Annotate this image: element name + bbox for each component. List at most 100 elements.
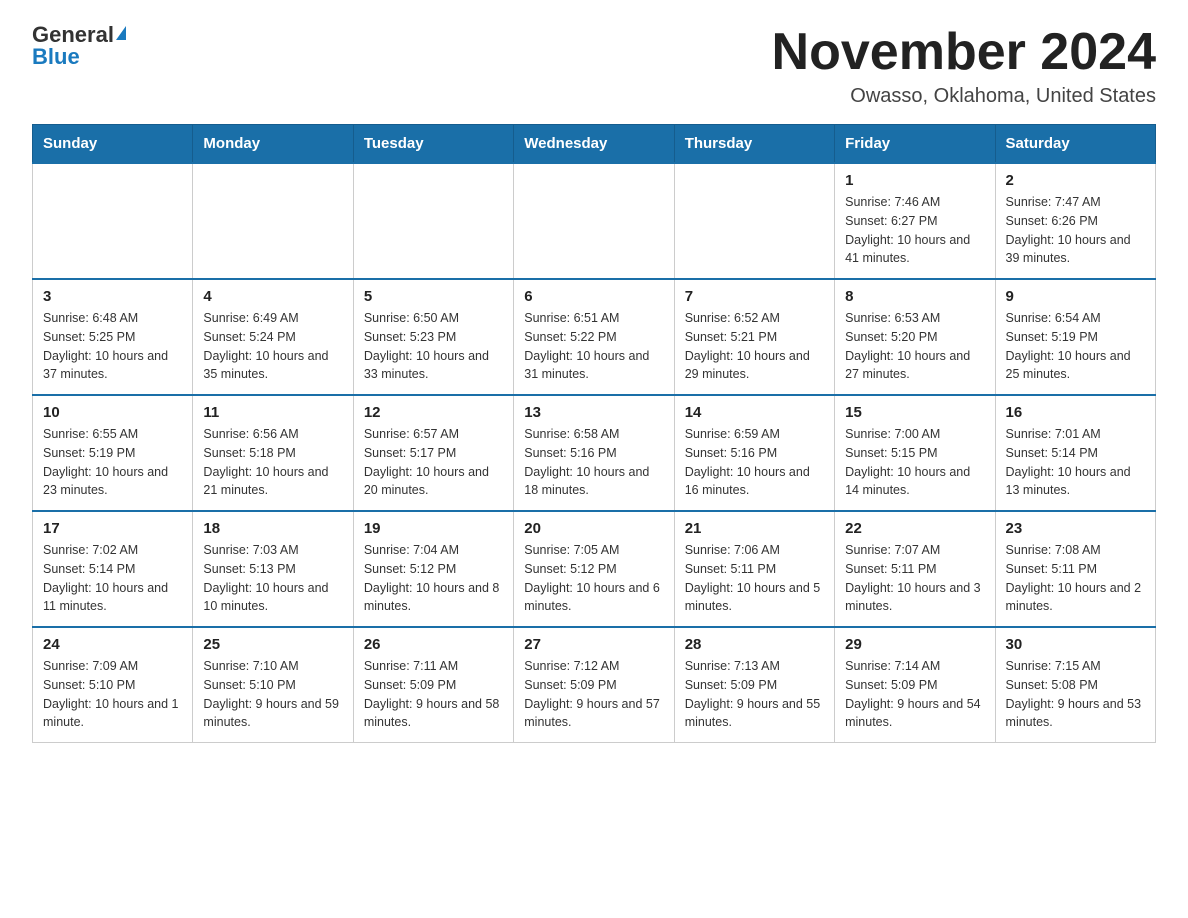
day-number: 15 <box>845 404 984 421</box>
calendar-day-cell: 29 Sunrise: 7:14 AM Sunset: 5:09 PM Dayli… <box>835 627 995 743</box>
day-number: 29 <box>845 636 984 653</box>
day-info: Sunrise: 7:15 AM Sunset: 5:08 PM Dayligh… <box>1006 657 1145 732</box>
day-info: Sunrise: 6:49 AM Sunset: 5:24 PM Dayligh… <box>203 309 342 384</box>
logo-general-text: General <box>32 24 114 46</box>
day-number: 8 <box>845 288 984 305</box>
day-info: Sunrise: 7:09 AM Sunset: 5:10 PM Dayligh… <box>43 657 182 732</box>
calendar-day-cell: 9 Sunrise: 6:54 AM Sunset: 5:19 PM Daylig… <box>995 279 1155 395</box>
calendar-day-cell: 4 Sunrise: 6:49 AM Sunset: 5:24 PM Daylig… <box>193 279 353 395</box>
day-number: 2 <box>1006 172 1145 189</box>
day-number: 19 <box>364 520 503 537</box>
day-number: 6 <box>524 288 663 305</box>
day-info: Sunrise: 6:58 AM Sunset: 5:16 PM Dayligh… <box>524 425 663 500</box>
day-info: Sunrise: 7:00 AM Sunset: 5:15 PM Dayligh… <box>845 425 984 500</box>
day-info: Sunrise: 7:02 AM Sunset: 5:14 PM Dayligh… <box>43 541 182 616</box>
calendar-day-cell: 14 Sunrise: 6:59 AM Sunset: 5:16 PM Dayli… <box>674 395 834 511</box>
day-number: 11 <box>203 404 342 421</box>
logo-triangle-icon <box>116 26 126 40</box>
calendar-week-row: 17 Sunrise: 7:02 AM Sunset: 5:14 PM Dayli… <box>33 511 1156 627</box>
day-info: Sunrise: 6:51 AM Sunset: 5:22 PM Dayligh… <box>524 309 663 384</box>
day-number: 14 <box>685 404 824 421</box>
day-number: 9 <box>1006 288 1145 305</box>
calendar-day-cell: 21 Sunrise: 7:06 AM Sunset: 5:11 PM Dayli… <box>674 511 834 627</box>
calendar-day-cell <box>514 163 674 279</box>
day-number: 18 <box>203 520 342 537</box>
day-number: 5 <box>364 288 503 305</box>
day-info: Sunrise: 7:06 AM Sunset: 5:11 PM Dayligh… <box>685 541 824 616</box>
day-number: 20 <box>524 520 663 537</box>
day-info: Sunrise: 7:05 AM Sunset: 5:12 PM Dayligh… <box>524 541 663 616</box>
calendar-table: SundayMondayTuesdayWednesdayThursdayFrid… <box>32 124 1156 743</box>
day-number: 10 <box>43 404 182 421</box>
calendar-day-cell: 7 Sunrise: 6:52 AM Sunset: 5:21 PM Daylig… <box>674 279 834 395</box>
calendar-header: SundayMondayTuesdayWednesdayThursdayFrid… <box>33 125 1156 164</box>
calendar-header-row: SundayMondayTuesdayWednesdayThursdayFrid… <box>33 125 1156 164</box>
calendar-day-cell: 12 Sunrise: 6:57 AM Sunset: 5:17 PM Dayli… <box>353 395 513 511</box>
day-number: 21 <box>685 520 824 537</box>
day-info: Sunrise: 7:01 AM Sunset: 5:14 PM Dayligh… <box>1006 425 1145 500</box>
day-number: 25 <box>203 636 342 653</box>
day-info: Sunrise: 6:48 AM Sunset: 5:25 PM Dayligh… <box>43 309 182 384</box>
calendar-day-cell: 11 Sunrise: 6:56 AM Sunset: 5:18 PM Dayli… <box>193 395 353 511</box>
calendar-day-cell: 22Sunrise: 7:07 AM Sunset: 5:11 PM Dayli… <box>835 511 995 627</box>
day-info: Sunrise: 6:56 AM Sunset: 5:18 PM Dayligh… <box>203 425 342 500</box>
calendar-day-cell: 15 Sunrise: 7:00 AM Sunset: 5:15 PM Dayli… <box>835 395 995 511</box>
calendar-day-cell: 20 Sunrise: 7:05 AM Sunset: 5:12 PM Dayli… <box>514 511 674 627</box>
calendar-day-cell: 16 Sunrise: 7:01 AM Sunset: 5:14 PM Dayli… <box>995 395 1155 511</box>
day-number: 4 <box>203 288 342 305</box>
day-info: Sunrise: 6:53 AM Sunset: 5:20 PM Dayligh… <box>845 309 984 384</box>
day-info: Sunrise: 6:59 AM Sunset: 5:16 PM Dayligh… <box>685 425 824 500</box>
calendar-week-row: 1Sunrise: 7:46 AM Sunset: 6:27 PM Daylig… <box>33 163 1156 279</box>
day-info: Sunrise: 6:50 AM Sunset: 5:23 PM Dayligh… <box>364 309 503 384</box>
day-number: 13 <box>524 404 663 421</box>
calendar-header-cell: Wednesday <box>514 125 674 164</box>
day-info: Sunrise: 7:47 AM Sunset: 6:26 PM Dayligh… <box>1006 193 1145 268</box>
calendar-day-cell: 5 Sunrise: 6:50 AM Sunset: 5:23 PM Daylig… <box>353 279 513 395</box>
page-subtitle: Owasso, Oklahoma, United States <box>772 85 1156 108</box>
calendar-day-cell: 19Sunrise: 7:04 AM Sunset: 5:12 PM Dayli… <box>353 511 513 627</box>
day-info: Sunrise: 6:54 AM Sunset: 5:19 PM Dayligh… <box>1006 309 1145 384</box>
day-number: 22 <box>845 520 984 537</box>
day-number: 12 <box>364 404 503 421</box>
calendar-week-row: 10 Sunrise: 6:55 AM Sunset: 5:19 PM Dayli… <box>33 395 1156 511</box>
day-info: Sunrise: 7:08 AM Sunset: 5:11 PM Dayligh… <box>1006 541 1145 616</box>
calendar-day-cell: 8 Sunrise: 6:53 AM Sunset: 5:20 PM Daylig… <box>835 279 995 395</box>
calendar-header-cell: Tuesday <box>353 125 513 164</box>
calendar-day-cell: 1Sunrise: 7:46 AM Sunset: 6:27 PM Daylig… <box>835 163 995 279</box>
calendar-day-cell <box>33 163 193 279</box>
day-info: Sunrise: 6:57 AM Sunset: 5:17 PM Dayligh… <box>364 425 503 500</box>
day-info: Sunrise: 7:13 AM Sunset: 5:09 PM Dayligh… <box>685 657 824 732</box>
calendar-body: 1Sunrise: 7:46 AM Sunset: 6:27 PM Daylig… <box>33 163 1156 743</box>
page-header: General Blue November 2024 Owasso, Oklah… <box>32 24 1156 108</box>
day-number: 16 <box>1006 404 1145 421</box>
day-info: Sunrise: 7:46 AM Sunset: 6:27 PM Dayligh… <box>845 193 984 268</box>
day-info: Sunrise: 6:55 AM Sunset: 5:19 PM Dayligh… <box>43 425 182 500</box>
logo: General Blue <box>32 24 126 68</box>
calendar-day-cell: 17 Sunrise: 7:02 AM Sunset: 5:14 PM Dayli… <box>33 511 193 627</box>
day-number: 30 <box>1006 636 1145 653</box>
day-number: 7 <box>685 288 824 305</box>
calendar-day-cell <box>674 163 834 279</box>
calendar-day-cell: 2 Sunrise: 7:47 AM Sunset: 6:26 PM Daylig… <box>995 163 1155 279</box>
title-block: November 2024 Owasso, Oklahoma, United S… <box>772 24 1156 108</box>
calendar-day-cell: 24Sunrise: 7:09 AM Sunset: 5:10 PM Dayli… <box>33 627 193 743</box>
calendar-day-cell: 30 Sunrise: 7:15 AM Sunset: 5:08 PM Dayli… <box>995 627 1155 743</box>
day-info: Sunrise: 6:52 AM Sunset: 5:21 PM Dayligh… <box>685 309 824 384</box>
day-info: Sunrise: 7:14 AM Sunset: 5:09 PM Dayligh… <box>845 657 984 732</box>
day-info: Sunrise: 7:03 AM Sunset: 5:13 PM Dayligh… <box>203 541 342 616</box>
calendar-day-cell: 27Sunrise: 7:12 AM Sunset: 5:09 PM Dayli… <box>514 627 674 743</box>
calendar-header-cell: Sunday <box>33 125 193 164</box>
day-number: 26 <box>364 636 503 653</box>
day-info: Sunrise: 7:10 AM Sunset: 5:10 PM Dayligh… <box>203 657 342 732</box>
calendar-day-cell: 25 Sunrise: 7:10 AM Sunset: 5:10 PM Dayli… <box>193 627 353 743</box>
logo-blue-text: Blue <box>32 46 80 68</box>
calendar-week-row: 3Sunrise: 6:48 AM Sunset: 5:25 PM Daylig… <box>33 279 1156 395</box>
calendar-header-cell: Monday <box>193 125 353 164</box>
calendar-day-cell: 23Sunrise: 7:08 AM Sunset: 5:11 PM Dayli… <box>995 511 1155 627</box>
day-number: 27 <box>524 636 663 653</box>
calendar-day-cell: 13 Sunrise: 6:58 AM Sunset: 5:16 PM Dayli… <box>514 395 674 511</box>
calendar-day-cell <box>193 163 353 279</box>
calendar-day-cell: 26Sunrise: 7:11 AM Sunset: 5:09 PM Dayli… <box>353 627 513 743</box>
calendar-header-cell: Friday <box>835 125 995 164</box>
day-number: 17 <box>43 520 182 537</box>
